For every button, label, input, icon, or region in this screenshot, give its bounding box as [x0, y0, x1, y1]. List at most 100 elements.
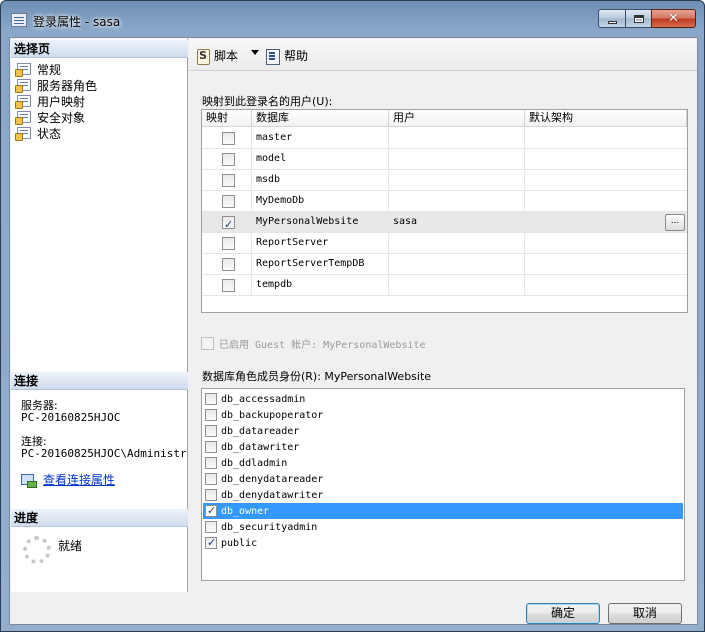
default-schema-cell[interactable]: [525, 170, 687, 191]
close-icon: ✕: [668, 11, 679, 26]
default-schema-cell[interactable]: [525, 149, 687, 170]
list-item[interactable]: db_owner: [203, 503, 683, 519]
table-row[interactable]: MyDemoDb: [202, 191, 687, 212]
schema-browse-button[interactable]: ...: [665, 214, 685, 231]
column-header-database[interactable]: 数据库: [252, 110, 389, 127]
role-checkbox[interactable]: [205, 489, 217, 501]
database-cell[interactable]: ReportServer: [252, 233, 389, 254]
table-row[interactable]: MyPersonalWebsitesasa...: [202, 212, 687, 235]
cancel-button[interactable]: 取消: [608, 603, 682, 624]
maximize-icon: [633, 14, 644, 23]
map-cell: [202, 212, 252, 235]
map-checkbox[interactable]: [222, 195, 235, 208]
script-dropdown-arrow-icon[interactable]: [251, 50, 259, 55]
list-item[interactable]: db_datareader: [203, 423, 683, 439]
database-cell[interactable]: ReportServerTempDB: [252, 254, 389, 275]
database-cell[interactable]: MyDemoDb: [252, 191, 389, 212]
map-checkbox[interactable]: [222, 279, 235, 292]
page-icon: [15, 79, 31, 93]
user-cell[interactable]: [389, 149, 525, 170]
list-item[interactable]: db_denydatawriter: [203, 487, 683, 503]
role-checkbox[interactable]: [205, 473, 217, 485]
table-row[interactable]: ReportServerTempDB: [202, 254, 687, 275]
user-cell[interactable]: [389, 170, 525, 191]
sidebar-item[interactable]: 状态: [15, 125, 61, 141]
user-cell[interactable]: [389, 191, 525, 212]
role-name: db_denydatareader: [221, 473, 324, 485]
column-header-user[interactable]: 用户: [389, 110, 525, 127]
connection-header: 连接: [11, 372, 188, 390]
close-button[interactable]: ✕: [651, 9, 696, 28]
list-item[interactable]: db_datawriter: [203, 439, 683, 455]
user-cell[interactable]: [389, 128, 525, 149]
sidebar-item[interactable]: 用户映射: [15, 93, 86, 109]
table-row[interactable]: master: [202, 128, 687, 149]
dialog-window: 登录属性 - sasa ✕ 选择页 常规 服务器角色 用户映射 安全对象 状态 连接 服…: [0, 0, 705, 632]
database-cell[interactable]: tempdb: [252, 275, 389, 296]
user-cell[interactable]: sasa: [389, 212, 525, 233]
map-checkbox[interactable]: [222, 174, 235, 187]
database-cell[interactable]: master: [252, 128, 389, 149]
column-header-default-schema[interactable]: 默认架构: [525, 110, 687, 127]
left-pane: 选择页 常规 服务器角色 用户映射 安全对象 状态 连接 服务器: PC-2016082…: [11, 39, 188, 592]
default-schema-cell[interactable]: [525, 128, 687, 149]
user-cell[interactable]: [389, 275, 525, 296]
minimize-button[interactable]: [598, 9, 626, 28]
page-icon: [15, 127, 31, 141]
map-checkbox[interactable]: [222, 153, 235, 166]
table-row[interactable]: model: [202, 149, 687, 170]
database-cell[interactable]: MyPersonalWebsite: [252, 212, 389, 233]
role-checkbox[interactable]: [205, 409, 217, 421]
window-title: 登录属性 - sasa: [33, 15, 121, 29]
role-checkbox[interactable]: [205, 536, 217, 549]
default-schema-cell[interactable]: [525, 275, 687, 296]
list-item[interactable]: db_securityadmin: [203, 519, 683, 535]
progress-header: 进度: [11, 509, 188, 527]
sidebar-item[interactable]: 常规: [15, 61, 61, 77]
user-cell[interactable]: [389, 233, 525, 254]
list-item[interactable]: public: [203, 535, 683, 551]
column-header-map[interactable]: 映射: [202, 110, 252, 127]
default-schema-cell[interactable]: [525, 254, 687, 275]
table-row[interactable]: tempdb: [202, 275, 687, 296]
script-button[interactable]: 脚本: [195, 47, 239, 65]
role-checkbox[interactable]: [205, 393, 217, 405]
table-row[interactable]: msdb: [202, 170, 687, 191]
script-label: 脚本: [214, 49, 239, 63]
role-checkbox[interactable]: [205, 457, 217, 469]
role-checkbox[interactable]: [205, 521, 217, 533]
sidebar-item[interactable]: 安全对象: [15, 109, 85, 125]
database-cell[interactable]: msdb: [252, 170, 389, 191]
title-bar[interactable]: 登录属性 - sasa ✕: [1, 1, 705, 37]
list-item[interactable]: db_accessadmin: [203, 391, 683, 407]
help-button[interactable]: 帮助: [265, 47, 308, 65]
default-schema-cell[interactable]: [525, 212, 687, 233]
list-item[interactable]: db_ddladmin: [203, 455, 683, 471]
view-connection-properties-link[interactable]: 查看连接属性: [21, 471, 115, 488]
map-cell: [202, 254, 252, 275]
database-cell[interactable]: model: [252, 149, 389, 170]
list-item[interactable]: db_backupoperator: [203, 407, 683, 423]
default-schema-cell[interactable]: [525, 191, 687, 212]
default-schema-cell[interactable]: [525, 233, 687, 254]
role-checkbox[interactable]: [205, 504, 217, 517]
map-checkbox[interactable]: [222, 215, 235, 235]
sidebar-item-label: 服务器角色: [37, 78, 98, 93]
map-checkbox[interactable]: [222, 237, 235, 250]
map-checkbox[interactable]: [222, 132, 235, 145]
ok-button[interactable]: 确定: [526, 603, 600, 624]
maximize-button[interactable]: [625, 9, 652, 28]
select-page-header: 选择页: [11, 40, 188, 58]
list-item[interactable]: db_denydatareader: [203, 471, 683, 487]
sidebar-item-label: 用户映射: [37, 94, 86, 109]
guest-account-checkbox: [201, 337, 214, 350]
table-row[interactable]: ReportServer: [202, 233, 687, 254]
help-icon: [265, 48, 281, 65]
role-checkbox[interactable]: [205, 425, 217, 437]
mapped-users-label: 映射到此登录名的用户(U):: [202, 95, 333, 108]
role-checkbox[interactable]: [205, 441, 217, 453]
page-icon: [15, 95, 31, 109]
map-checkbox[interactable]: [222, 258, 235, 271]
user-cell[interactable]: [389, 254, 525, 275]
sidebar-item[interactable]: 服务器角色: [15, 77, 98, 93]
